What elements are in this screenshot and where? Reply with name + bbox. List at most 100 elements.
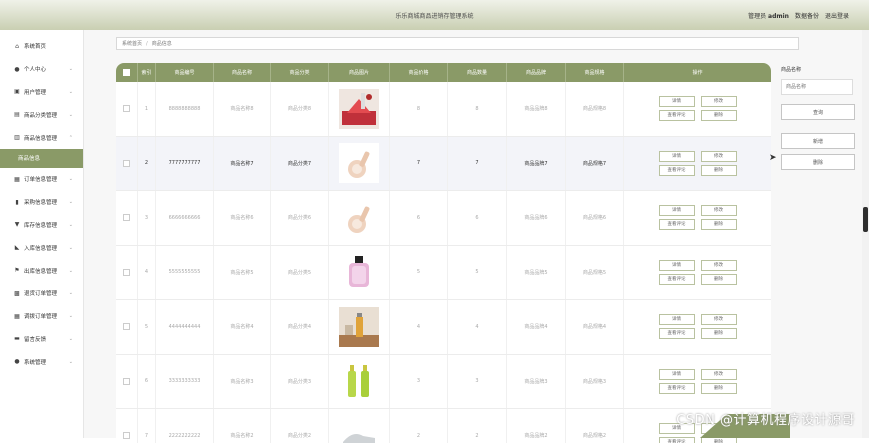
select-all-checkbox[interactable] bbox=[123, 69, 130, 76]
cell-qty: 4 bbox=[448, 300, 507, 354]
breadcrumb: 系统首页 / 商品信息 bbox=[116, 37, 799, 50]
sidebar-item[interactable]: ▦ 调拨订单管理 ⌄ bbox=[0, 305, 83, 328]
edit-button[interactable]: 修改 bbox=[700, 205, 737, 217]
view-reviews-button[interactable]: 查看评论 bbox=[658, 382, 695, 394]
view-reviews-button[interactable]: 查看评论 bbox=[658, 164, 695, 176]
table-row[interactable]: 4 5555555555 商品名称5 商品分类5 5 5 商品品牌5 商品规格5 详情 修改 查看评… bbox=[116, 245, 771, 300]
row-select-cell bbox=[116, 191, 138, 245]
cell-image bbox=[329, 82, 390, 136]
table-row[interactable]: 1 8888888888 商品名称8 商品分类8 8 8 商品品牌8 商品规格8 详情 修改 查看评… bbox=[116, 82, 771, 137]
sidebar-item[interactable]: ● 系统管理 ⌄ bbox=[0, 350, 83, 373]
delete-button[interactable]: 删除 bbox=[700, 219, 737, 231]
citrus-juicer-photo bbox=[339, 143, 379, 184]
cell-code: 7777777777 bbox=[156, 136, 214, 190]
delete-button[interactable]: 删除 bbox=[700, 273, 737, 285]
cell-name: 商品名称3 bbox=[214, 354, 271, 408]
view-reviews-button[interactable]: 查看评论 bbox=[658, 328, 695, 340]
sidebar-item[interactable]: ▬ 留言反馈 ⌄ bbox=[0, 328, 83, 351]
row-checkbox[interactable] bbox=[123, 432, 130, 440]
edit-button[interactable]: 修改 bbox=[700, 368, 737, 380]
row-checkbox[interactable] bbox=[123, 268, 130, 276]
sidebar-item[interactable]: ▤ 商品分类管理 ⌄ bbox=[0, 103, 83, 126]
cell-category: 商品分类6 bbox=[271, 191, 329, 245]
breadcrumb-root[interactable]: 系统首页 bbox=[122, 40, 142, 47]
sidebar-item[interactable]: ▮ 采购信息管理 ⌄ bbox=[0, 191, 83, 214]
table-row[interactable]: 6 3333333333 商品名称3 商品分类3 3 3 商品品牌3 商品规格3 详情 修改 查看评… bbox=[116, 354, 771, 409]
table-row[interactable]: 3 6666666666 商品名称6 商品分类6 6 6 商品品牌6 商品规格6 详情 修改 查看评… bbox=[116, 191, 771, 246]
shield-icon: ▼ bbox=[14, 221, 20, 229]
sidebar-item[interactable]: ▩ 退货订单管理 ⌄ bbox=[0, 282, 83, 305]
sidebar-item-label: 留言反馈 bbox=[24, 336, 47, 343]
edit-button[interactable]: 修改 bbox=[700, 96, 737, 108]
cell-spec: 商品规格6 bbox=[566, 191, 624, 245]
view-reviews-button[interactable]: 查看评论 bbox=[658, 273, 695, 285]
sidebar-item-label: 订单信息管理 bbox=[24, 177, 58, 184]
table-row[interactable]: 5 4444444444 商品名称4 商品分类4 4 4 商品品牌4 商品规格4 详情 修改 查看评… bbox=[116, 300, 771, 355]
sidebar-item[interactable]: ⚑ 出库信息管理 ⌄ bbox=[0, 259, 83, 282]
logout-link[interactable]: 退出登录 bbox=[825, 11, 849, 20]
header-actions: 操作 bbox=[692, 70, 703, 76]
cell-index: 2 bbox=[138, 136, 156, 190]
add-button[interactable]: 新增 bbox=[781, 133, 855, 149]
sidebar-item[interactable]: ◣ 入库信息管理 ⌄ bbox=[0, 236, 83, 259]
chevron-down-icon: ⌄ bbox=[68, 199, 73, 206]
delete-button[interactable]: 删除 bbox=[700, 382, 737, 394]
cell-code: 8888888888 bbox=[156, 82, 214, 136]
view-reviews-button[interactable]: 查看评论 bbox=[658, 437, 695, 443]
select-all-cell bbox=[116, 63, 138, 82]
row-actions: 详情修改查看评论删除 bbox=[658, 150, 737, 176]
sidebar-item-label: 采购信息管理 bbox=[24, 200, 58, 207]
search-input[interactable] bbox=[781, 79, 853, 95]
mouse-cursor-icon: ➤ bbox=[769, 153, 777, 163]
cell-qty: 8 bbox=[448, 82, 507, 136]
detail-button[interactable]: 详情 bbox=[658, 150, 695, 162]
batch-delete-button[interactable]: 删除 bbox=[781, 154, 855, 170]
sidebar-item-label: 商品分类管理 bbox=[24, 112, 58, 119]
cell-price: 8 bbox=[390, 82, 448, 136]
cell-image bbox=[329, 191, 390, 245]
delete-button[interactable]: 删除 bbox=[700, 437, 737, 443]
sidebar-item[interactable]: ▼ 库存信息管理 ⌄ bbox=[0, 214, 83, 237]
drink-photo bbox=[339, 306, 379, 347]
row-checkbox[interactable] bbox=[123, 377, 130, 385]
sidebar-item[interactable]: ▦ 订单信息管理 ⌄ bbox=[0, 168, 83, 191]
cell-index: 4 bbox=[138, 245, 156, 299]
sidebar-item[interactable]: ● 个人中心 ⌄ bbox=[0, 58, 83, 81]
row-checkbox[interactable] bbox=[123, 214, 130, 222]
scrollbar-thumb[interactable] bbox=[863, 207, 868, 232]
page-scrollbar[interactable] bbox=[862, 30, 869, 438]
delete-button[interactable]: 删除 bbox=[700, 328, 737, 340]
search-button[interactable]: 查询 bbox=[781, 104, 855, 120]
detail-button[interactable]: 详情 bbox=[658, 205, 695, 217]
breadcrumb-separator: / bbox=[146, 40, 148, 47]
detail-button[interactable]: 详情 bbox=[658, 314, 695, 326]
citrus-juicer-photo bbox=[339, 197, 379, 238]
sidebar-subitem-goods-info[interactable]: 商品信息 bbox=[0, 148, 83, 168]
row-select-cell bbox=[116, 354, 138, 408]
view-reviews-button[interactable]: 查看评论 bbox=[658, 110, 695, 122]
edit-button[interactable]: 修改 bbox=[700, 314, 737, 326]
delete-button[interactable]: 删除 bbox=[700, 164, 737, 176]
edit-button[interactable]: 修改 bbox=[700, 150, 737, 162]
row-checkbox[interactable] bbox=[123, 105, 130, 113]
backup-link[interactable]: 数据备份 bbox=[795, 11, 819, 20]
cell-code: 4444444444 bbox=[156, 300, 214, 354]
delete-button[interactable]: 删除 bbox=[700, 110, 737, 122]
cell-actions: 详情修改查看评论删除 bbox=[624, 300, 771, 354]
sidebar-item[interactable]: ▥ 商品信息管理 ⌃ bbox=[0, 126, 83, 149]
view-reviews-button[interactable]: 查看评论 bbox=[658, 219, 695, 231]
detail-button[interactable]: 详情 bbox=[658, 368, 695, 380]
cell-name: 商品名称4 bbox=[214, 300, 271, 354]
cell-name: 商品名称6 bbox=[214, 191, 271, 245]
row-checkbox[interactable] bbox=[123, 323, 130, 331]
sidebar-item[interactable]: ▣ 用户管理 ⌄ bbox=[0, 81, 83, 104]
row-checkbox[interactable] bbox=[123, 159, 130, 167]
cell-qty: 3 bbox=[448, 354, 507, 408]
chevron-up-icon: ⌃ bbox=[68, 134, 73, 141]
detail-button[interactable]: 详情 bbox=[658, 96, 695, 108]
sidebar-item[interactable]: ⌂ 系统首页 bbox=[0, 35, 83, 58]
table-row[interactable]: 2 7777777777 商品名称7 商品分类7 7 7 商品品牌7 商品规格7 详情 修改 查看评… bbox=[116, 136, 771, 191]
top-header: 乐乐商城商品进销存管理系统 管理员 admin 数据备份 退出登录 bbox=[0, 0, 869, 30]
edit-button[interactable]: 修改 bbox=[700, 259, 737, 271]
detail-button[interactable]: 详情 bbox=[658, 259, 695, 271]
